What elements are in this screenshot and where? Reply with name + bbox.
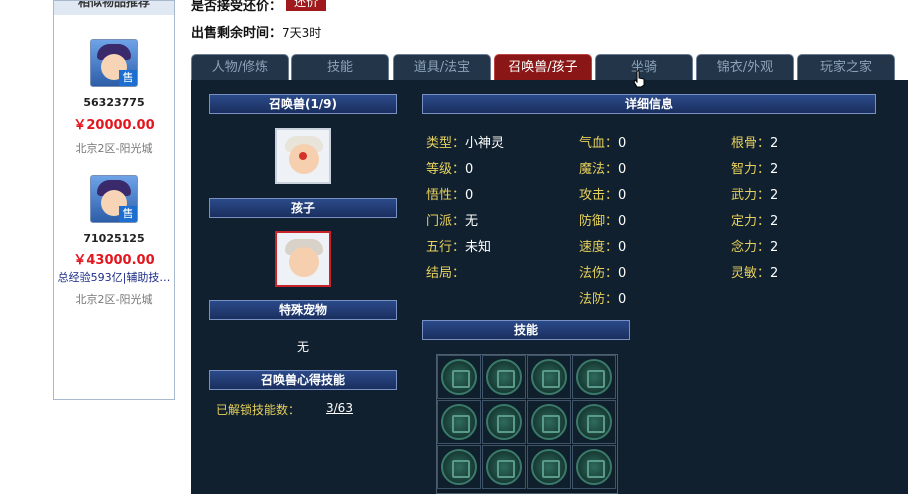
skill-slot[interactable] <box>572 355 616 399</box>
time-left-label: 出售剩余时间： <box>191 26 283 41</box>
empty-skill-icon <box>531 449 567 485</box>
unlocked-skills-label: 已解锁技能数： <box>216 403 301 417</box>
attr-willpower: 念力：2 <box>731 240 779 255</box>
attr-agility: 灵敏：2 <box>731 266 779 281</box>
empty-skill-icon <box>486 449 522 485</box>
empty-skill-icon <box>576 449 612 485</box>
skill-slot[interactable] <box>527 355 571 399</box>
time-left-row: 出售剩余时间：7天3时 <box>191 22 321 41</box>
summon-skill-header: 召唤兽心得技能 <box>209 370 397 390</box>
special-pet-value: 无 <box>297 340 310 354</box>
hand-cursor-icon <box>633 70 645 88</box>
counter-offer-button[interactable]: 还价 <box>286 0 327 11</box>
item-avatar[interactable]: 售 <box>90 175 138 223</box>
attr-speed: 速度：0 <box>579 240 627 255</box>
special-pet-header: 特殊宠物 <box>209 300 397 320</box>
detail-panel: 召唤兽(1/9) 孩子 特殊宠物 无 召唤兽心得技能 已解锁技能数： 3/63 … <box>191 80 908 494</box>
similar-items-panel: 相似物品推荐 售 56323775 ￥20000.00 北京2区-阳光城 售 7… <box>53 0 175 400</box>
sale-badge: 售 <box>119 70 137 86</box>
skill-slot[interactable] <box>482 445 526 489</box>
summon-count-header: 召唤兽(1/9) <box>209 94 397 114</box>
attr-defense: 防御：0 <box>579 214 627 229</box>
empty-skill-icon <box>441 359 477 395</box>
empty-skill-icon <box>441 449 477 485</box>
similar-items-heading: 相似物品推荐 <box>54 1 174 15</box>
tab-items[interactable]: 道具/法宝 <box>393 54 491 80</box>
skill-slot[interactable] <box>527 400 571 444</box>
item-server: 北京2区-阳光城 <box>75 293 153 306</box>
empty-skill-icon <box>576 359 612 395</box>
item-id[interactable]: 56323775 <box>54 96 174 109</box>
attr-element: 五行：未知 <box>426 240 492 255</box>
skill-grid <box>436 354 618 494</box>
item-summary: 总经验593亿|辅助技… <box>57 271 171 284</box>
child-icon[interactable] <box>275 231 331 287</box>
attr-endurance: 定力：2 <box>731 214 779 229</box>
attr-magic-defense: 法防：0 <box>579 292 627 307</box>
attr-level: 等级：0 <box>426 162 474 177</box>
attr-strength: 武力：2 <box>731 188 779 203</box>
tab-summons[interactable]: 召唤兽/孩子 <box>494 54 592 80</box>
item-price: ￥43000.00 <box>73 253 155 268</box>
empty-skill-icon <box>531 404 567 440</box>
attr-school: 门派：无 <box>426 214 479 229</box>
skill-slot[interactable] <box>572 400 616 444</box>
detail-header: 详细信息 <box>422 94 876 114</box>
skill-slot[interactable] <box>527 445 571 489</box>
item-avatar[interactable]: 售 <box>90 39 138 87</box>
attr-constitution: 根骨：2 <box>731 136 779 151</box>
skills-header: 技能 <box>422 320 630 340</box>
attr-attack: 攻击：0 <box>579 188 627 203</box>
page-root: 相似物品推荐 售 56323775 ￥20000.00 北京2区-阳光城 售 7… <box>0 0 908 494</box>
child-header: 孩子 <box>209 198 397 218</box>
attr-intelligence: 智力：2 <box>731 162 779 177</box>
empty-skill-icon <box>486 404 522 440</box>
empty-skill-icon <box>576 404 612 440</box>
attr-ending: 结局： <box>426 266 466 281</box>
attr-comprehension: 悟性：0 <box>426 188 474 203</box>
tab-character[interactable]: 人物/修炼 <box>191 54 289 80</box>
skill-slot[interactable] <box>482 355 526 399</box>
attr-hp: 气血：0 <box>579 136 627 151</box>
sale-badge: 售 <box>119 206 137 222</box>
item-id[interactable]: 71025125 <box>54 232 174 245</box>
tab-bar: 人物/修炼 技能 道具/法宝 召唤兽/孩子 坐骑 锦衣/外观 玩家之家 <box>191 54 908 80</box>
skill-slot[interactable] <box>437 355 481 399</box>
attr-mp: 魔法：0 <box>579 162 627 177</box>
unlocked-skills-value[interactable]: 3/63 <box>326 401 353 415</box>
skill-slot[interactable] <box>482 400 526 444</box>
skill-slot[interactable] <box>437 400 481 444</box>
attr-magic-damage: 法伤：0 <box>579 266 627 281</box>
tab-home[interactable]: 玩家之家 <box>797 54 895 80</box>
attr-type: 类型：小神灵 <box>426 136 505 151</box>
empty-skill-icon <box>531 359 567 395</box>
skill-slot[interactable] <box>572 445 616 489</box>
item-price: ￥20000.00 <box>73 118 155 133</box>
empty-skill-icon <box>486 359 522 395</box>
empty-skill-icon <box>441 404 477 440</box>
tab-skills[interactable]: 技能 <box>291 54 389 80</box>
tab-appearance[interactable]: 锦衣/外观 <box>696 54 794 80</box>
item-server: 北京2区-阳光城 <box>75 142 153 155</box>
skill-slot[interactable] <box>437 445 481 489</box>
summon-pet-icon[interactable] <box>275 128 331 184</box>
time-left-value: 7天3时 <box>282 26 322 40</box>
counter-offer-label: 是否接受还价： <box>191 0 283 14</box>
counter-offer-row: 是否接受还价： 还价 <box>191 0 327 14</box>
